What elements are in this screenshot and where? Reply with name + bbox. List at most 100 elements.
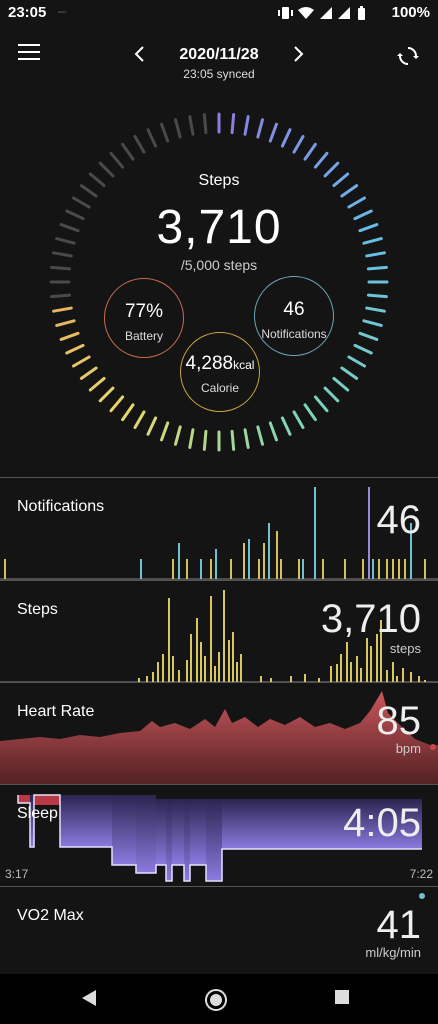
ring-tick <box>303 142 317 161</box>
ring-tick <box>109 151 125 169</box>
steps-bar <box>304 674 306 682</box>
ring-tick <box>365 306 386 313</box>
steps-bar <box>228 640 230 682</box>
notification-bar <box>215 549 217 579</box>
ring-tick <box>256 118 264 139</box>
steps-value: 3,710 <box>156 201 282 254</box>
steps-bar <box>196 618 198 682</box>
vo2max-panel[interactable]: VO2 Max 41 ml/kg/min <box>0 886 438 975</box>
notification-bar <box>392 559 394 579</box>
chevron-right-icon[interactable] <box>288 44 308 64</box>
notifications-value: 46 <box>283 299 305 320</box>
steps-bar <box>340 654 342 682</box>
ring-tick <box>146 416 158 436</box>
ring-tick <box>160 421 170 442</box>
steps-bar <box>223 590 225 682</box>
notification-bar <box>268 523 270 579</box>
ring-tick <box>362 319 383 327</box>
notification-bar <box>178 543 180 579</box>
ring-tick <box>52 306 73 313</box>
steps-bar <box>366 638 368 682</box>
steps-bar <box>232 632 234 682</box>
battery-label: Battery <box>124 329 163 343</box>
sleep-stage-segment <box>206 799 222 881</box>
ring-tick <box>202 113 208 135</box>
steps-bar <box>356 656 358 682</box>
steps-panel[interactable]: Steps 3,710 steps <box>0 580 438 683</box>
ring-tick <box>65 343 85 355</box>
calorie-unit: kcal <box>233 358 255 372</box>
steps-bar <box>218 652 220 682</box>
wifi-icon <box>298 7 314 19</box>
notification-bar <box>398 559 400 579</box>
vo2max-title: VO2 Max <box>17 907 84 924</box>
ring-tick <box>55 319 76 327</box>
sleep-stage-segment <box>156 799 166 865</box>
ring-tick <box>268 122 278 143</box>
ring-tick <box>79 366 98 380</box>
notification-bar <box>298 559 300 579</box>
notifications-chart <box>0 487 438 580</box>
ring-tick <box>280 416 292 436</box>
signal-icon <box>320 7 332 19</box>
sleep-stage-segment <box>60 795 86 847</box>
sleep-panel[interactable]: Sleep 4:05 3:17 7:22 <box>0 784 438 885</box>
recent-apps-icon[interactable] <box>333 988 351 1006</box>
steps-bar <box>236 662 238 682</box>
ring-tick <box>366 293 388 299</box>
notifications-value: 46 <box>376 498 422 542</box>
calorie-bubble[interactable]: 4,288kcal Calorie <box>180 332 260 412</box>
notifications-panel[interactable]: Notifications 46 <box>0 477 438 580</box>
ring-tick <box>98 386 115 403</box>
steps-bar <box>336 664 338 682</box>
status-time: 23:05 <box>8 4 47 21</box>
sleep-stage-segment <box>190 799 206 865</box>
notification-bar <box>386 559 388 579</box>
sleep-stage-segment <box>34 795 60 805</box>
ring-tick <box>188 428 195 449</box>
ring-tick <box>59 331 80 341</box>
notification-bar <box>230 559 232 579</box>
ring-tick <box>313 151 329 169</box>
notification-bar <box>372 559 374 579</box>
battery-bubble[interactable]: 77% Battery <box>104 278 184 358</box>
ring-tick <box>230 429 236 451</box>
ring-tick <box>72 355 91 368</box>
notification-bar <box>424 559 426 579</box>
vibrate-icon <box>278 7 293 19</box>
battery-icon <box>358 6 365 20</box>
steps-bar <box>214 666 216 682</box>
sleep-stage-segment <box>112 795 136 865</box>
ring-tick <box>313 395 329 413</box>
notification-bar <box>210 559 212 579</box>
ring-tick <box>292 410 305 429</box>
steps-bar <box>152 672 154 682</box>
sync-icon[interactable] <box>396 44 420 68</box>
date-label: 2020/11/28 <box>179 46 259 63</box>
notification-bar <box>322 559 324 579</box>
steps-bar <box>360 668 362 682</box>
steps-bar <box>162 654 164 682</box>
ring-tick <box>280 128 292 148</box>
steps-bar <box>350 662 352 682</box>
ring-tick <box>243 115 250 136</box>
ring-tick <box>268 421 278 442</box>
steps-bar <box>157 662 159 682</box>
header: 2020/11/28 23:05 synced <box>0 36 438 86</box>
ring-tick <box>121 403 135 422</box>
steps-bar <box>370 646 372 682</box>
home-icon[interactable] <box>204 988 228 1012</box>
notifications-bubble[interactable]: 46 Notifications <box>254 276 334 356</box>
notification-bar <box>314 487 316 579</box>
steps-bar <box>386 670 388 682</box>
vo2max-value: 41 <box>376 903 422 947</box>
ring-tick <box>174 425 182 446</box>
ring-tick <box>353 343 373 355</box>
heart-rate-chart <box>0 691 438 785</box>
heart-rate-title: Heart Rate <box>17 703 95 720</box>
heart-rate-panel[interactable]: Heart Rate 85 bpm <box>0 682 438 785</box>
steps-bar <box>402 668 404 682</box>
back-icon[interactable] <box>80 988 98 1008</box>
ring-tick <box>340 366 359 380</box>
sleep-stage-segment <box>184 799 190 881</box>
